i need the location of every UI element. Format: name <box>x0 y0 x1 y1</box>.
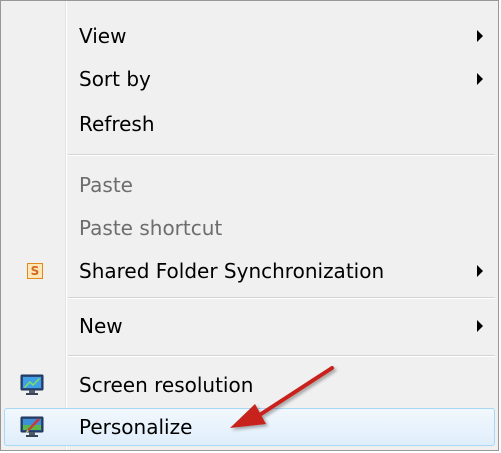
menu-item-label: Shared Folder Synchronization <box>79 259 385 283</box>
menu-item-label: View <box>79 24 127 48</box>
menu-item-label: Refresh <box>79 112 155 136</box>
menu-item-sort-by[interactable]: Sort by <box>4 60 495 98</box>
personalize-icon <box>19 414 45 440</box>
screen-resolution-icon <box>19 372 45 398</box>
menu-item-label: Personalize <box>79 415 193 439</box>
menu-item-paste-shortcut[interactable]: Paste shortcut <box>4 209 495 247</box>
menu-item-paste[interactable]: Paste <box>4 166 495 204</box>
desktop-context-menu: View Sort by Refresh Paste Paste shortcu… <box>0 0 499 451</box>
menu-separator <box>68 355 495 357</box>
menu-item-label: Sort by <box>79 67 151 91</box>
menu-item-personalize[interactable]: Personalize <box>4 408 495 446</box>
menu-item-shared-folder-synchronization[interactable]: S Shared Folder Synchronization <box>4 252 495 290</box>
menu-item-label: Screen resolution <box>79 373 254 397</box>
submenu-arrow-icon <box>477 265 483 277</box>
menu-separator <box>68 154 495 156</box>
menu-item-label: Paste shortcut <box>79 216 223 240</box>
menu-item-view[interactable]: View <box>4 17 495 55</box>
submenu-arrow-icon <box>477 320 483 332</box>
menu-item-label: New <box>79 314 123 338</box>
menu-item-screen-resolution[interactable]: Screen resolution <box>4 366 495 404</box>
shared-folder-sync-icon: S <box>27 263 43 279</box>
menu-separator <box>68 297 495 299</box>
menu-item-label: Paste <box>79 173 133 197</box>
menu-item-refresh[interactable]: Refresh <box>4 105 495 143</box>
submenu-arrow-icon <box>477 73 483 85</box>
submenu-arrow-icon <box>477 30 483 42</box>
menu-item-new[interactable]: New <box>4 307 495 345</box>
